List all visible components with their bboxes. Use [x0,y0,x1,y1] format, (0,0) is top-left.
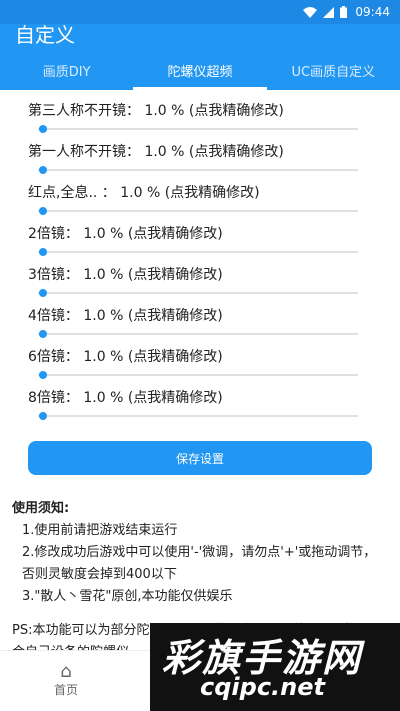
slider-track[interactable] [38,374,358,376]
slider-row: 4倍镜： 1.0 % (点我精确修改) [0,295,400,338]
notes-item: 3."散人丶雪花"原创,本功能仅供娱乐 [22,589,233,604]
slider-row: 第三人称不开镜： 1.0 % (点我精确修改) [0,90,400,133]
slider-row: 8倍镜： 1.0 % (点我精确修改) [0,377,400,420]
slider-label[interactable]: 4倍镜： 1.0 % (点我精确修改) [28,305,223,325]
tab-bar: 画质DIY 陀螺仪超频 UC画质自定义 [0,50,400,90]
page-title: 自定义 [15,23,75,47]
tab-quality-diy[interactable]: 画质DIY [0,50,133,90]
watermark: 彩旗手游网 cqipc.net [150,623,400,711]
notes-heading: 使用须知: [12,501,70,516]
slider-row: 6倍镜： 1.0 % (点我精确修改) [0,336,400,379]
slider-track[interactable] [38,169,358,171]
save-settings-button[interactable]: 保存设置 [28,441,372,475]
battery-icon [340,6,348,18]
nav-home[interactable]: ⌂ 首页 [46,663,86,698]
status-time: 09:44 [355,5,390,19]
watermark-url: cqipc.net [200,673,325,701]
nav-home-label: 首页 [53,683,78,697]
slider-row: 3倍镜： 1.0 % (点我精确修改) [0,254,400,297]
slider-label[interactable]: 第一人称不开镜： 1.0 % (点我精确修改) [28,141,284,161]
slider-label[interactable]: 6倍镜： 1.0 % (点我精确修改) [28,346,223,366]
tab-gyro-overclock[interactable]: 陀螺仪超频 [133,50,266,90]
slider-track[interactable] [38,251,358,253]
slider-label[interactable]: 3倍镜： 1.0 % (点我精确修改) [28,264,223,284]
slider-track[interactable] [38,292,358,294]
app-bar: 自定义 [0,24,400,50]
slider-label[interactable]: 红点,全息.. ： 1.0 % (点我精确修改) [28,182,260,202]
status-bar: 09:44 [0,0,400,24]
wifi-icon [303,6,318,18]
home-icon: ⌂ [60,661,72,682]
slider-row: 2倍镜： 1.0 % (点我精确修改) [0,213,400,256]
slider-thumb[interactable] [39,412,47,420]
signal-icon [323,6,335,18]
slider-row: 第一人称不开镜： 1.0 % (点我精确修改) [0,131,400,174]
slider-track[interactable] [38,333,358,335]
slider-label[interactable]: 第三人称不开镜： 1.0 % (点我精确修改) [28,100,284,120]
slider-track[interactable] [38,415,358,417]
slider-label[interactable]: 2倍镜： 1.0 % (点我精确修改) [28,223,223,243]
notes-item: 1.使用前请把游戏结束运行 [22,523,178,538]
main-content: 第三人称不开镜： 1.0 % (点我精确修改) 第一人称不开镜： 1.0 % (… [0,90,400,651]
tab-uc-quality[interactable]: UC画质自定义 [267,50,400,90]
slider-row: 红点,全息.. ： 1.0 % (点我精确修改) [0,172,400,215]
slider-label[interactable]: 8倍镜： 1.0 % (点我精确修改) [28,387,223,407]
notes-item: 2.修改成功后游戏中可以使用'-'微调，请勿点'+'或拖动调节，否则灵敏度会掉到… [22,545,377,582]
slider-track[interactable] [38,210,358,212]
slider-track[interactable] [38,128,358,130]
